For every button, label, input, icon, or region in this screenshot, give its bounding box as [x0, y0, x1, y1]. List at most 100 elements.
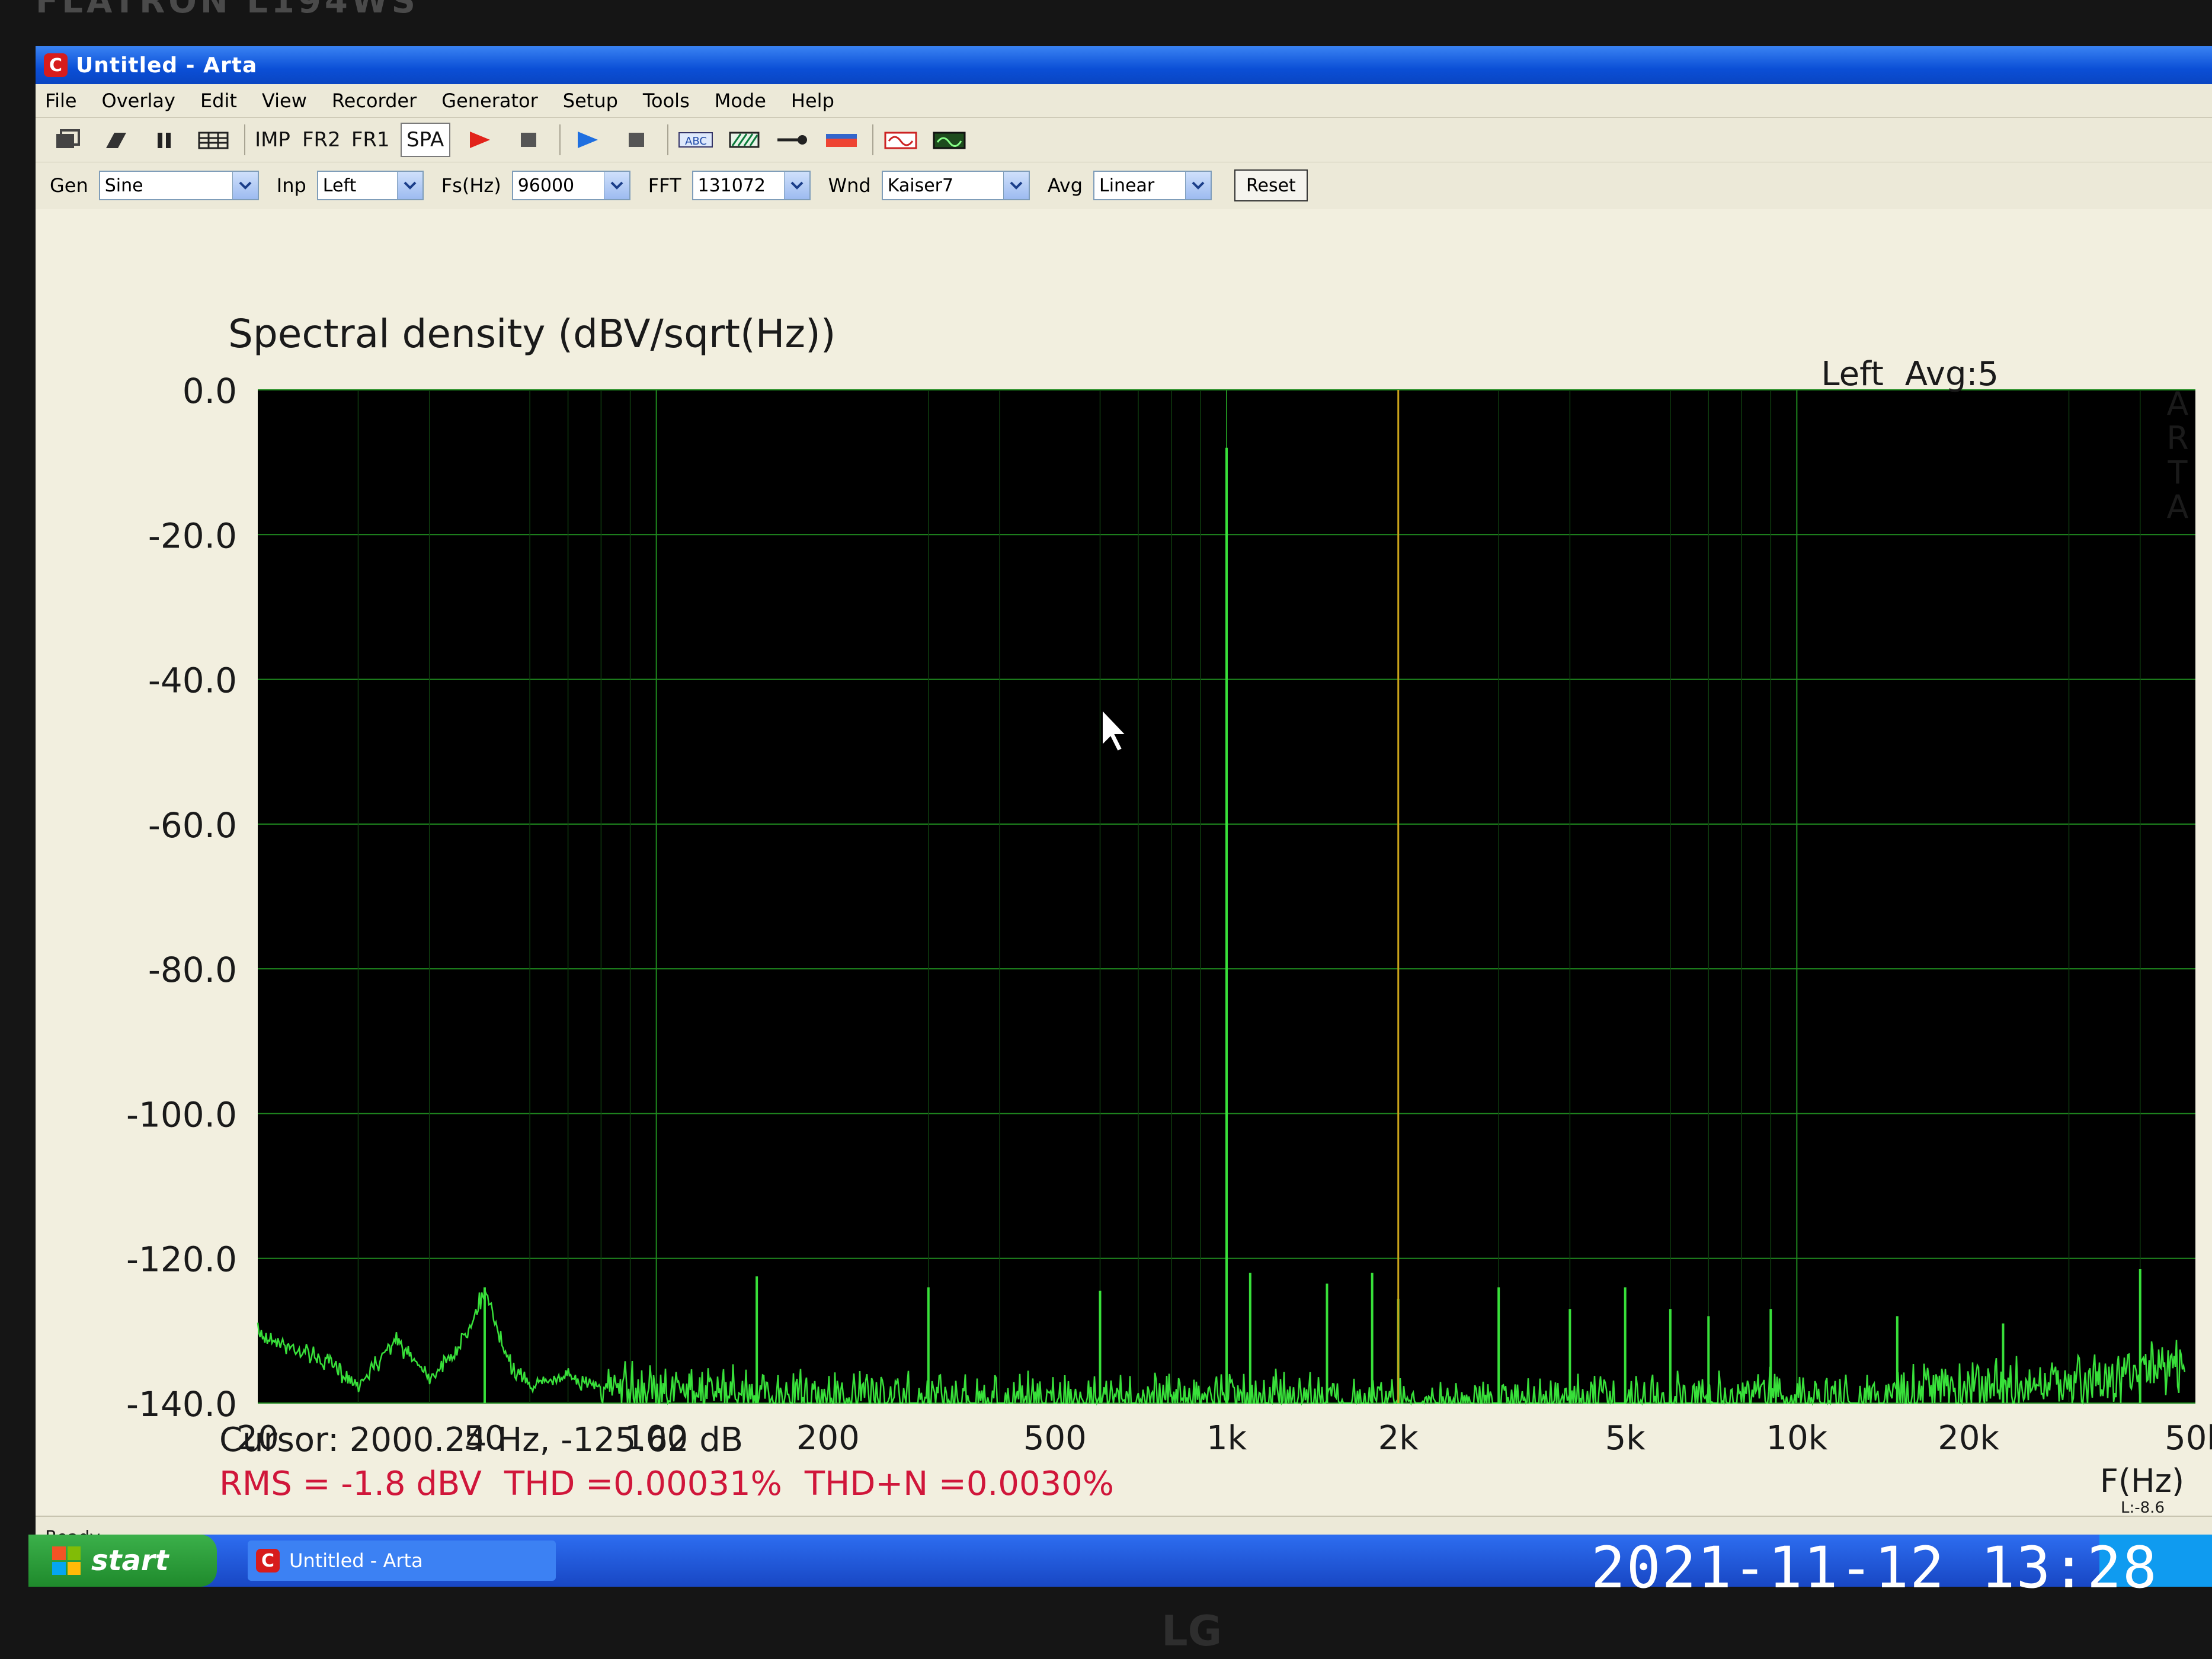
arta-app-icon: C: [256, 1549, 280, 1572]
level-readout: L:-8.6: [2121, 1499, 2165, 1517]
fft-size-select[interactable]: 131072: [692, 171, 811, 200]
averaging-select[interactable]: Linear: [1093, 171, 1212, 200]
stop-icon[interactable]: [617, 124, 655, 156]
stop-record-icon[interactable]: [510, 124, 548, 156]
x-tick-label: 5k: [1605, 1419, 1646, 1458]
start-button[interactable]: start: [28, 1535, 217, 1587]
input-value: Left: [322, 175, 357, 196]
toolbar-separator: [872, 124, 873, 155]
chart-title: Spectral density (dBV/sqrt(Hz)): [228, 311, 836, 357]
window-select[interactable]: Kaiser7: [881, 171, 1030, 200]
menu-generator[interactable]: Generator: [441, 89, 538, 112]
fr1-mode-button[interactable]: FR1: [351, 124, 390, 156]
x-tick-label: 500: [1023, 1419, 1087, 1458]
table-icon[interactable]: [194, 124, 232, 156]
text-label-icon[interactable]: ABC: [677, 124, 715, 156]
x-tick-label: 20k: [1938, 1419, 1999, 1458]
avg-count-label: Avg:5: [1904, 355, 1999, 393]
generator-wave-icon[interactable]: [882, 124, 920, 156]
reset-button[interactable]: Reset: [1234, 169, 1308, 201]
thdn-readout: THD+N =0.0030%: [804, 1465, 1115, 1503]
x-tick-label: 2k: [1378, 1419, 1419, 1458]
toolbar-separator: [244, 124, 245, 155]
x-axis-label: F(Hz): [2100, 1462, 2184, 1500]
menu-file[interactable]: File: [45, 89, 77, 112]
thd-readout: THD =0.00031%: [504, 1465, 782, 1503]
svg-text:ABC: ABC: [685, 135, 707, 148]
spa-mode-button[interactable]: SPA: [400, 123, 450, 157]
chevron-down-icon[interactable]: [396, 172, 422, 199]
y-tick-label: -20.0: [148, 515, 237, 556]
taskbar-item-arta[interactable]: C Untitled - Arta: [248, 1540, 556, 1581]
avg-label: Avg: [1047, 174, 1083, 197]
y-tick-label: 0.0: [183, 371, 237, 411]
menu-setup[interactable]: Setup: [563, 89, 618, 112]
watermark-letter: R: [2166, 419, 2189, 457]
menu-help[interactable]: Help: [791, 89, 834, 112]
monitor-logo: LG: [1161, 1607, 1222, 1655]
hatch-icon[interactable]: [725, 124, 763, 156]
menu-bar: File Overlay Edit View Recorder Generato…: [36, 84, 2212, 118]
fs-label: Fs(Hz): [441, 174, 501, 197]
channel-label: Left: [1821, 355, 1884, 393]
x-tick-label: 10k: [1766, 1419, 1828, 1458]
wnd-label: Wnd: [828, 174, 871, 197]
measurement-readouts: RMS = -1.8 dBV THD =0.00031% THD+N =0.00…: [219, 1465, 1114, 1503]
scope-icon[interactable]: [930, 124, 968, 156]
y-tick-label: -80.0: [148, 950, 237, 990]
record-icon[interactable]: [461, 124, 499, 156]
arta-watermark: A R T A: [2163, 387, 2192, 524]
edit-icon[interactable]: [97, 124, 135, 156]
title-bar: C Untitled - Arta: [36, 46, 2212, 84]
x-tick-label: 200: [796, 1419, 860, 1458]
y-tick-label: -120.0: [126, 1240, 237, 1280]
windows-logo-icon: [52, 1546, 81, 1575]
chart-channel-info: Left Avg:5: [1821, 355, 1999, 393]
chevron-down-icon[interactable]: [603, 172, 629, 199]
rms-readout: RMS = -1.8 dBV: [219, 1465, 482, 1503]
arta-window: C Untitled - Arta File Overlay Edit View…: [36, 46, 2212, 1556]
menu-mode[interactable]: Mode: [715, 89, 766, 112]
pause-icon[interactable]: [146, 124, 184, 156]
window-title: Untitled - Arta: [76, 53, 258, 78]
sample-rate-select[interactable]: 96000: [511, 171, 630, 200]
monitor-brand: FLATRON L194WS: [36, 0, 419, 21]
fr2-mode-button[interactable]: FR2: [302, 124, 341, 156]
menu-overlay[interactable]: Overlay: [102, 89, 175, 112]
chevron-down-icon[interactable]: [783, 172, 809, 199]
watermark-letter: T: [2168, 454, 2188, 491]
fft-size-value: 131072: [697, 175, 766, 196]
toolbar-separator: [559, 124, 561, 155]
y-tick-label: -140.0: [126, 1384, 237, 1424]
taskbar-item-label: Untitled - Arta: [289, 1549, 423, 1572]
y-tick-label: -40.0: [148, 661, 237, 701]
chart-area: 0.0 -20.0 -40.0 -60.0 -80.0 -100.0 -120.0 -140.…: [36, 209, 2212, 1545]
spectrum-chart[interactable]: 0.0 -20.0 -40.0 -60.0 -80.0 -100.0 -120.0 -140.…: [36, 209, 2212, 1516]
menu-recorder[interactable]: Recorder: [332, 89, 417, 112]
arta-app-icon: C: [44, 53, 68, 77]
generator-value: Sine: [104, 175, 143, 196]
fft-label: FFT: [648, 174, 681, 197]
photo-timestamp: 2021-11-12 13:28: [1591, 1535, 2158, 1601]
menu-edit[interactable]: Edit: [200, 89, 237, 112]
watermark-letter: A: [2166, 488, 2189, 526]
probe-icon[interactable]: [774, 124, 812, 156]
chevron-down-icon[interactable]: [232, 172, 258, 199]
input-select[interactable]: Left: [316, 171, 424, 200]
sample-rate-value: 96000: [517, 175, 575, 196]
chevron-down-icon[interactable]: [1185, 172, 1211, 199]
open-file-icon[interactable]: [49, 124, 87, 156]
play-icon[interactable]: [569, 124, 607, 156]
toolbar: IMP FR2 FR1 SPA ABC: [36, 118, 2212, 162]
averaging-value: Linear: [1099, 175, 1155, 196]
imp-mode-button[interactable]: IMP: [254, 124, 292, 156]
cursor-readout: Cursor: 2000.24 Hz, -125.62 dB: [219, 1421, 744, 1459]
menu-tools[interactable]: Tools: [643, 89, 690, 112]
menu-view[interactable]: View: [262, 89, 307, 112]
level-meter-icon[interactable]: [822, 124, 860, 156]
generator-select[interactable]: Sine: [98, 171, 259, 200]
chevron-down-icon[interactable]: [1003, 172, 1029, 199]
x-tick-label: 50k: [2165, 1419, 2212, 1458]
inp-label: Inp: [276, 174, 306, 197]
watermark-letter: A: [2166, 385, 2189, 422]
